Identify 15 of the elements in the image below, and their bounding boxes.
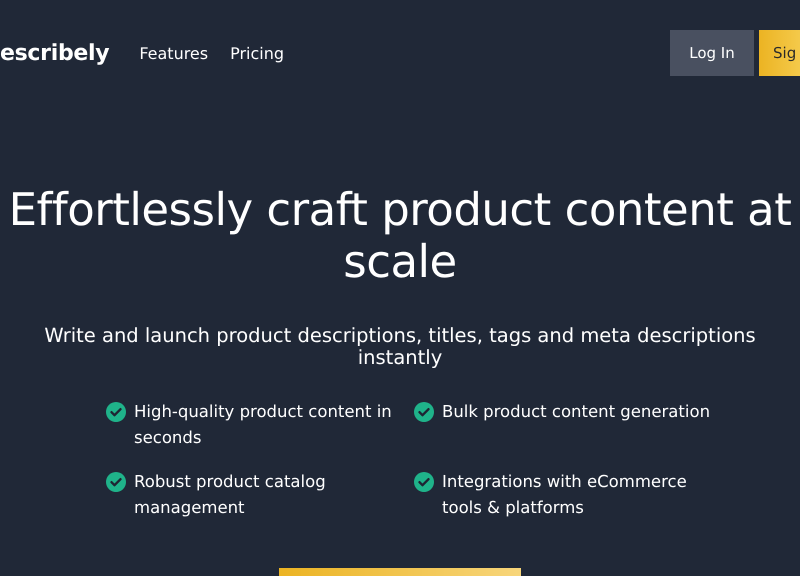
signup-button[interactable]: Sig (759, 30, 800, 76)
check-circle-icon (414, 472, 434, 492)
login-button[interactable]: Log In (670, 30, 754, 76)
nav-link[interactable]: Pricing (230, 44, 284, 62)
hero-title: Effortlessly craft product content at scale (8, 184, 792, 288)
check-circle-icon (106, 472, 126, 492)
feature-text: Integrations with eCommerce tools & platforms (442, 471, 688, 519)
feature-text: Robust product catalog management (134, 471, 327, 519)
logo-text[interactable]: escribely (0, 40, 110, 66)
check-circle-icon (414, 402, 434, 422)
nav-link[interactable]: Features (139, 44, 208, 62)
feature-text: High-quality product content in seconds (134, 401, 393, 449)
feature-text: Bulk product content generation (442, 401, 710, 423)
check-circle-icon (106, 402, 126, 422)
hero-subtitle: Write and launch product descriptions, titles, tags and meta descriptions instantly (43, 325, 757, 369)
